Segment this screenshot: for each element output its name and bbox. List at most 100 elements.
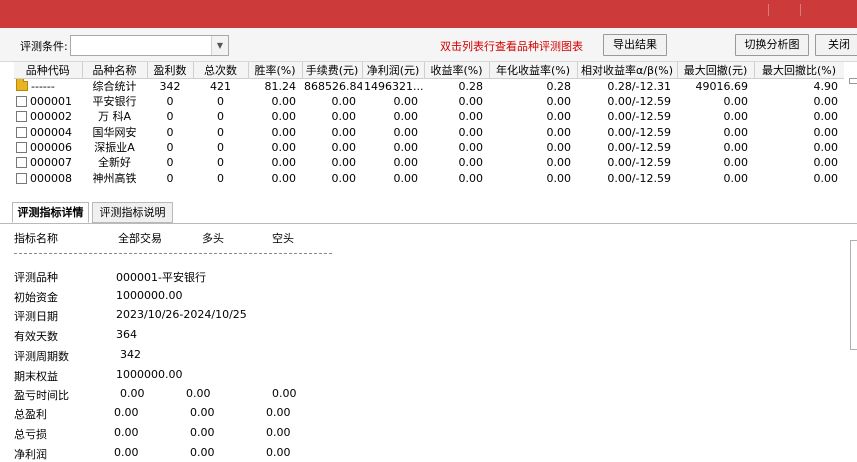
grid-scrollbar[interactable] xyxy=(849,78,857,84)
column-header[interactable]: 净利润(元) xyxy=(362,62,425,79)
checkbox-icon[interactable] xyxy=(16,157,27,169)
cell-text: 0.00 xyxy=(271,125,297,139)
column-header[interactable]: 品种代码 xyxy=(14,62,83,79)
cell-fee: 0.00 xyxy=(302,140,362,155)
cell-max-drawdown: 49016.69 xyxy=(677,79,754,95)
checkbox-icon[interactable] xyxy=(16,96,27,108)
stock-row[interactable]: 000001 平安银行 0 0 0.00 0.00 0.00 0.00 0.00 0.00/-12… xyxy=(14,94,844,109)
chevron-down-icon[interactable]: ▼ xyxy=(211,36,228,55)
checkbox-icon[interactable] xyxy=(16,111,27,123)
cell-win-count: 0 xyxy=(147,94,193,109)
cell-text: 0 xyxy=(217,171,224,185)
cell-max-drawdown-pct: 0.00 xyxy=(754,140,844,155)
cell-name: 国华网安 xyxy=(82,125,147,140)
cell-total-count: 0 xyxy=(193,140,248,155)
detail-scrollbar[interactable] xyxy=(850,240,857,350)
cell-return: 0.28 xyxy=(424,79,489,95)
cell-text: 0.00 xyxy=(546,156,572,170)
metric-all-value: 342 xyxy=(120,348,141,361)
column-header[interactable]: 最大回撤比(%) xyxy=(754,62,844,79)
column-header[interactable]: 盈利数 xyxy=(147,62,194,79)
checkbox-icon[interactable] xyxy=(16,126,27,138)
cell-text: 0.00 xyxy=(723,156,749,170)
cell-relative-return: 0.00/-12.59 xyxy=(577,140,677,155)
checkbox-icon[interactable] xyxy=(16,172,27,184)
cell-win-rate: 81.24 xyxy=(248,79,302,95)
cell-name: 深振业A xyxy=(82,140,147,155)
column-header[interactable]: 最大回撤(元) xyxy=(677,62,755,79)
cell-text: 神州高铁 xyxy=(92,171,137,185)
metric-long-value: 0.00 xyxy=(190,426,215,439)
column-header[interactable]: 手续费(元) xyxy=(302,62,363,79)
cell-text: 4.90 xyxy=(813,80,839,93)
metric-label: 评测品种 xyxy=(14,271,58,284)
metric-short-value: 0.00 xyxy=(266,406,291,419)
cell-return: 0.00 xyxy=(424,94,489,109)
cell-text: 0.00 xyxy=(458,156,484,170)
results-grid[interactable]: 品种代码 品种名称 盈利数 总次数 胜率(%) 手续费(元) 净利润(元) 收益… xyxy=(14,62,844,198)
cell-annual-return: 0.00 xyxy=(489,125,577,140)
metric-all-value: 364 xyxy=(116,328,137,341)
column-header[interactable]: 胜率(%) xyxy=(248,62,303,79)
cell-text: 0.00 xyxy=(331,95,357,109)
cell-text: 0.00 xyxy=(546,141,572,155)
cell-text: 0.00 xyxy=(458,95,484,109)
column-header[interactable]: 品种名称 xyxy=(82,62,148,79)
column-header[interactable]: 年化收益率(%) xyxy=(489,62,578,79)
cell-total-count: 0 xyxy=(193,155,248,170)
cell-text: 0.00 xyxy=(458,110,484,124)
title-bar-divider xyxy=(800,4,801,16)
detail-header-short: 空头 xyxy=(272,232,294,245)
metric-label: 总盈利 xyxy=(14,408,47,421)
condition-label: 评测条件: xyxy=(20,40,68,53)
cell-total-count: 0 xyxy=(193,94,248,109)
grid-header-row: 品种代码 品种名称 盈利数 总次数 胜率(%) 手续费(元) 净利润(元) 收益… xyxy=(14,62,844,79)
column-header[interactable]: 相对收益率α/β(%) xyxy=(577,62,678,79)
cell-text: 342 xyxy=(159,80,181,93)
detail-header-all: 全部交易 xyxy=(118,232,162,245)
cell-return: 0.00 xyxy=(424,155,489,170)
tab-indicator-explanation[interactable]: 评测指标说明 xyxy=(92,202,173,223)
stock-row[interactable]: 000007 全新好 0 0 0.00 0.00 0.00 0.00 0.00 0.00/-12.… xyxy=(14,155,844,170)
cell-text: 0.00 xyxy=(813,125,839,139)
switch-chart-button[interactable]: 切换分析图 xyxy=(735,34,809,56)
cell-fee: 0.00 xyxy=(302,109,362,124)
stock-row[interactable]: 000008 神州高铁 0 0 0.00 0.00 0.00 0.00 0.00 0.00/-12… xyxy=(14,170,844,185)
cell-text: 0.00 xyxy=(813,171,839,185)
cell-annual-return: 0.28 xyxy=(489,79,577,95)
column-header[interactable]: 总次数 xyxy=(193,62,249,79)
cell-text: 0.00/-12.59 xyxy=(607,141,671,155)
export-results-button[interactable]: 导出结果 xyxy=(603,34,667,56)
checkbox-icon[interactable] xyxy=(16,142,27,154)
cell-text: 0 xyxy=(217,156,224,170)
cell-text: 0.00 xyxy=(331,156,357,170)
column-header[interactable]: 收益率(%) xyxy=(424,62,490,79)
metric-all-value: 0.00 xyxy=(120,387,145,400)
cell-text: 0.00 xyxy=(331,110,357,124)
close-button[interactable]: 关闭 xyxy=(815,34,857,56)
cell-text: 0.00 xyxy=(723,171,749,185)
metric-long-value: 0.00 xyxy=(190,406,215,419)
cell-relative-return: 0.00/-12.59 xyxy=(577,125,677,140)
cell-text: 0.00/-12.59 xyxy=(607,156,671,170)
cell-return: 0.00 xyxy=(424,125,489,140)
folder-icon xyxy=(16,78,28,91)
cell-code: 000006 xyxy=(14,140,82,155)
cell-total-count: 421 xyxy=(193,79,248,95)
cell-text: 0 xyxy=(166,95,174,109)
metric-label: 评测日期 xyxy=(14,310,58,323)
condition-combobox[interactable]: ▼ xyxy=(70,35,229,56)
tab-indicator-details[interactable]: 评测指标详情 xyxy=(12,202,89,223)
cell-text: 0 xyxy=(166,110,174,124)
cell-text: 0.00 xyxy=(271,156,297,170)
stock-row[interactable]: 000002 万 科A 0 0 0.00 0.00 0.00 0.00 0.00 0.00/-12… xyxy=(14,109,844,124)
cell-text: 0 xyxy=(166,125,174,139)
metric-label: 有效天数 xyxy=(14,330,58,343)
stock-row[interactable]: 000004 国华网安 0 0 0.00 0.00 0.00 0.00 0.00 0.00/-12… xyxy=(14,125,844,140)
cell-return: 0.00 xyxy=(424,109,489,124)
cell-text: 0.00 xyxy=(331,141,357,155)
summary-row[interactable]: ------ 综合统计 342 421 81.24 868526.84 1496321...… xyxy=(14,78,844,95)
metric-all-value: 000001-平安银行 xyxy=(116,271,206,284)
stock-row[interactable]: 000006 深振业A 0 0 0.00 0.00 0.00 0.00 0.00 0.00/-12… xyxy=(14,140,844,155)
cell-annual-return: 0.00 xyxy=(489,155,577,170)
